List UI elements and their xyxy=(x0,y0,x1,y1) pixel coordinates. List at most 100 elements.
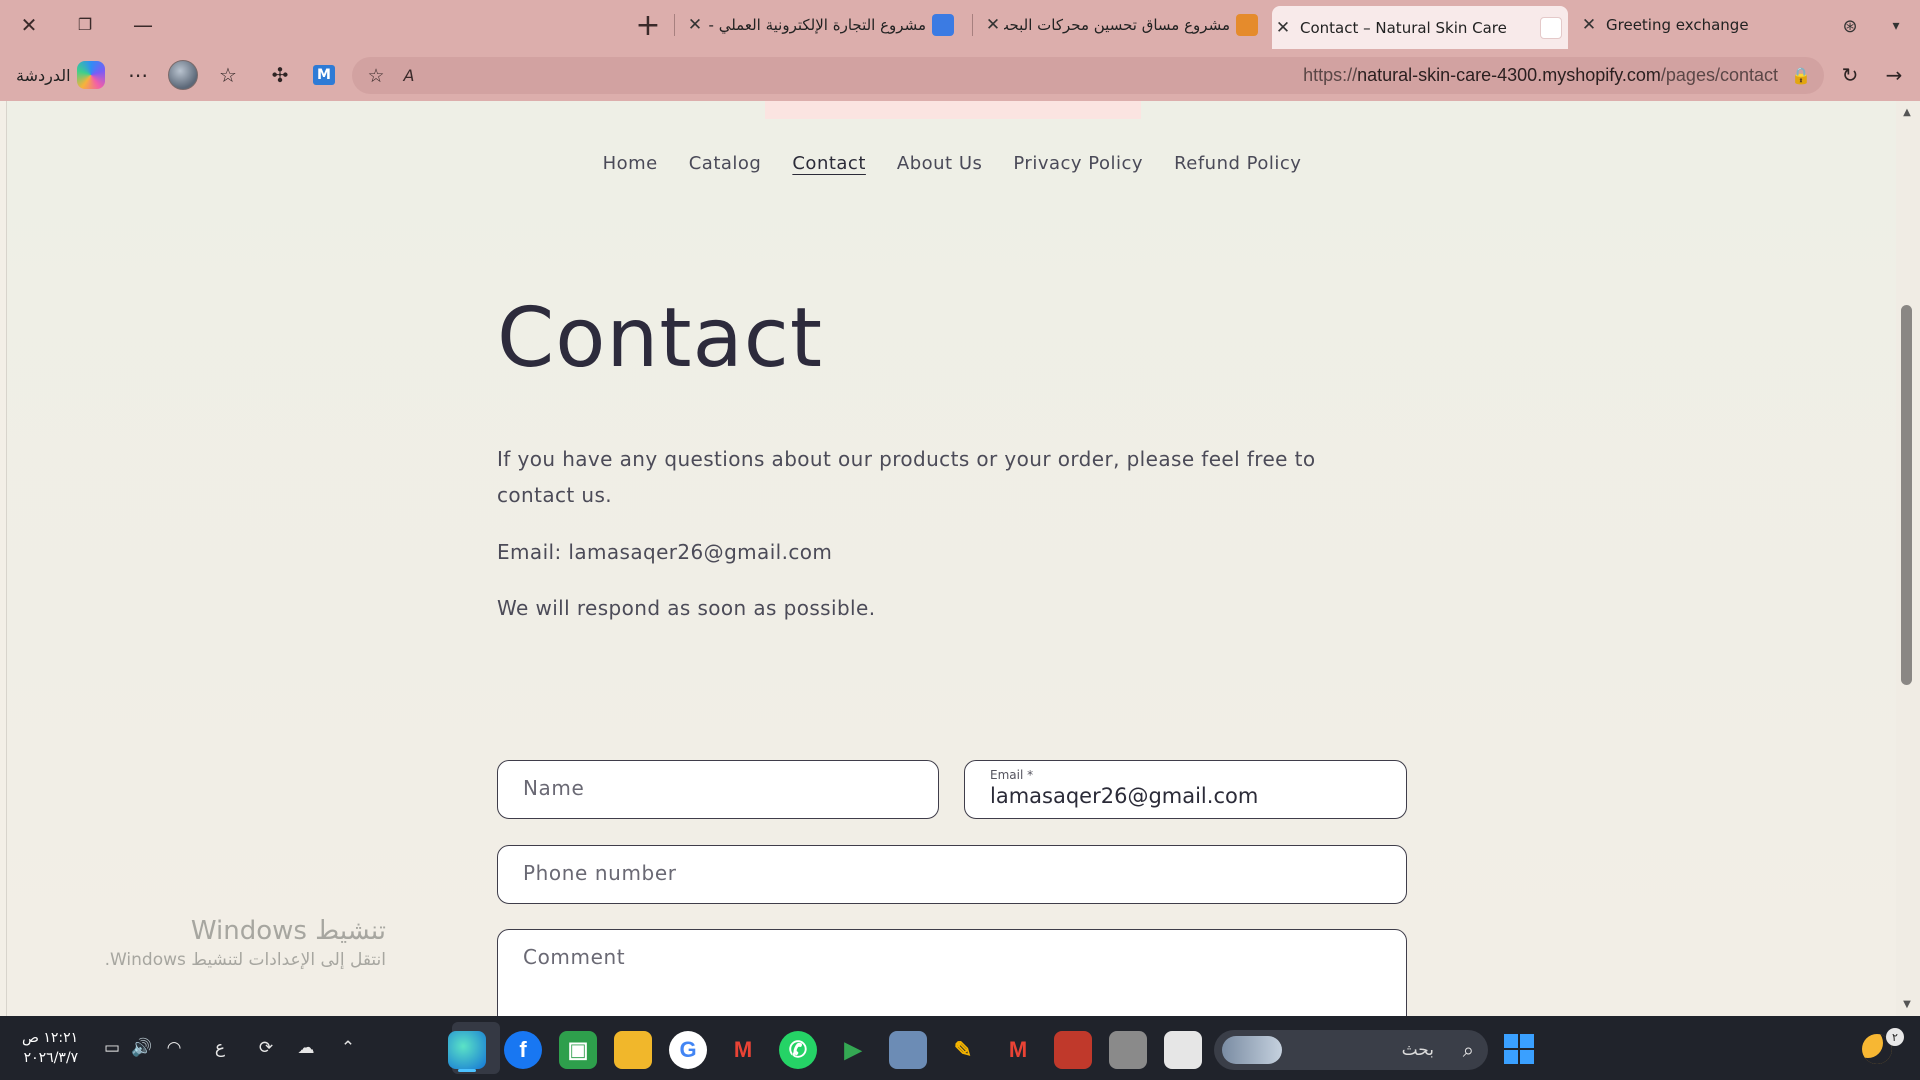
input-language[interactable]: ع xyxy=(206,1034,234,1062)
tab-title: مشروع مساق تحسين محركات البحث xyxy=(1004,16,1230,34)
active-app-indicator xyxy=(458,1069,476,1072)
close-tab-icon[interactable]: ✕ xyxy=(982,15,1004,35)
site-lock-icon[interactable]: 🔒 xyxy=(1786,57,1816,94)
url-scheme: https:// xyxy=(1303,65,1358,85)
nav-catalog[interactable]: Catalog xyxy=(689,153,762,174)
clock-time: ١٢:٢١ ص xyxy=(22,1030,79,1046)
facebook-icon[interactable]: f xyxy=(504,1031,542,1069)
read-aloud-icon[interactable]: A xyxy=(392,57,426,94)
onedrive-icon[interactable]: ☁ xyxy=(292,1034,320,1062)
search-label: بحث xyxy=(1401,1040,1434,1060)
address-bar[interactable]: ☆ A https://natural-skin-care-4300.mysho… xyxy=(352,57,1824,94)
announcement-bar xyxy=(765,101,1141,119)
start-tile xyxy=(1520,1034,1534,1048)
clock-date: ٢٠٢٦/٣/٧ xyxy=(23,1050,79,1066)
minimize-window-icon[interactable]: — xyxy=(114,0,172,49)
search-highlight-image xyxy=(1222,1036,1282,1064)
respond-text: We will respond as soon as possible. xyxy=(497,596,876,620)
tab-seo-project[interactable]: ✕ مشروع مساق تحسين محركات البحث xyxy=(982,6,1264,44)
generic-app-icon[interactable] xyxy=(1109,1031,1147,1069)
nav-contact[interactable]: Contact xyxy=(792,153,866,174)
wifi-icon[interactable]: ◠ xyxy=(160,1034,188,1062)
refresh-icon[interactable]: ↻ xyxy=(1832,58,1868,92)
chatgpt-icon[interactable]: ⊛ xyxy=(1834,10,1866,42)
tab-list-chevron-icon[interactable]: ▾ xyxy=(1880,10,1912,42)
nav-about-us[interactable]: About Us xyxy=(897,153,983,174)
close-tab-icon[interactable]: ✕ xyxy=(684,15,706,35)
nav-refund-policy[interactable]: Refund Policy xyxy=(1174,153,1301,174)
docs-icon xyxy=(932,14,954,36)
photos-icon[interactable]: ▣ xyxy=(559,1031,597,1069)
window-app-icon[interactable] xyxy=(1164,1031,1202,1069)
show-hidden-icons-chevron-icon[interactable]: ⌃ xyxy=(334,1034,362,1062)
tab-greeting-exchange[interactable]: ✕ Greeting exchange xyxy=(1578,6,1818,44)
nav-privacy-policy[interactable]: Privacy Policy xyxy=(1013,153,1143,174)
comment-placeholder: Comment xyxy=(523,945,626,969)
tab-contact-natural-skin-care[interactable]: ✕ Contact – Natural Skin Care xyxy=(1272,6,1568,49)
intro-text: If you have any questions about our prod… xyxy=(497,447,1316,507)
notification-badge: ٢ xyxy=(1886,1028,1904,1046)
sync-icon[interactable]: ⟳ xyxy=(252,1034,280,1062)
start-button[interactable] xyxy=(1504,1034,1534,1064)
tab-title: Greeting exchange xyxy=(1606,16,1749,34)
tab-title: مشروع التجارة الإلكترونية العملي - مس xyxy=(706,16,926,34)
slides-icon xyxy=(1236,14,1258,36)
favorites-icon[interactable]: ☆ xyxy=(210,58,246,92)
gmail-icon[interactable]: M xyxy=(724,1031,762,1069)
copilot-chat-button[interactable]: الدردشة xyxy=(8,58,113,92)
page-viewport: Home Catalog Contact About Us Privacy Po… xyxy=(6,101,1896,1016)
start-tile xyxy=(1504,1034,1518,1048)
profile-avatar[interactable] xyxy=(168,60,198,90)
email-label: Email * xyxy=(990,768,1034,782)
watermark-subtitle: انتقل إلى الإعدادات لتنشيط Windows. xyxy=(104,950,386,970)
page-title: Contact xyxy=(497,291,824,386)
new-tab-button[interactable]: + xyxy=(624,6,672,44)
close-tab-icon[interactable]: ✕ xyxy=(1272,18,1294,38)
mail-app-icon[interactable]: M xyxy=(999,1031,1037,1069)
clock[interactable]: ١٢:٢١ ص ٢٠٢٦/٣/٧ xyxy=(22,1028,78,1068)
phone-field[interactable]: Phone number xyxy=(497,845,1407,904)
scroll-up-arrow-icon[interactable]: ▲ xyxy=(1899,104,1915,120)
comment-field[interactable]: Comment xyxy=(497,929,1407,1016)
phone-placeholder: Phone number xyxy=(523,861,677,885)
battery-icon[interactable]: ▭ xyxy=(98,1034,126,1062)
tab-strip: ✕ ❐ — + ✕ مشروع التجارة الإلكترونية العم… xyxy=(0,0,1920,49)
address-url[interactable]: https://natural-skin-care-4300.myshopify… xyxy=(1303,57,1778,94)
start-tile xyxy=(1520,1050,1534,1064)
scroll-down-arrow-icon[interactable]: ▼ xyxy=(1899,996,1915,1012)
pen-app-icon[interactable]: ✎ xyxy=(944,1031,982,1069)
windows-activation-watermark: تنشيط Windows انتقل إلى الإعدادات لتنشيط… xyxy=(105,916,386,970)
close-tab-icon[interactable]: ✕ xyxy=(1578,15,1600,35)
tab-title: Contact – Natural Skin Care xyxy=(1300,18,1507,37)
nav-home[interactable]: Home xyxy=(603,153,658,174)
edge-icon[interactable] xyxy=(448,1031,486,1069)
forward-icon[interactable]: → xyxy=(1876,58,1912,92)
name-field[interactable]: Name xyxy=(497,760,939,819)
name-placeholder: Name xyxy=(523,776,585,800)
whatsapp-icon[interactable]: ✆ xyxy=(779,1031,817,1069)
email-value: lamasaqer26@gmail.com xyxy=(990,784,1259,808)
favorite-star-icon[interactable]: ☆ xyxy=(358,57,394,94)
google-icon[interactable]: G xyxy=(669,1031,707,1069)
tab-ecommerce-project[interactable]: ✕ مشروع التجارة الإلكترونية العملي - مس xyxy=(684,6,960,44)
shopify-store-icon xyxy=(1540,16,1562,39)
mail-extension-icon[interactable]: M xyxy=(306,58,342,92)
acrobat-icon[interactable] xyxy=(1054,1031,1092,1069)
network-app-icon[interactable] xyxy=(889,1031,927,1069)
watermark-title: تنشيط Windows xyxy=(190,916,386,946)
more-options-icon[interactable]: ⋯ xyxy=(120,58,156,92)
tab-separator xyxy=(972,14,973,36)
extensions-icon[interactable]: ✣ xyxy=(262,58,298,92)
email-field[interactable]: Email * lamasaqer26@gmail.com xyxy=(964,760,1407,819)
start-tile xyxy=(1504,1050,1518,1064)
restore-window-icon[interactable]: ❐ xyxy=(56,0,114,49)
url-path: /pages/contact xyxy=(1660,65,1778,85)
play-store-icon[interactable]: ▶ xyxy=(834,1031,872,1069)
scrollbar-thumb[interactable] xyxy=(1901,305,1912,685)
search-icon: ⌕ xyxy=(1462,1038,1474,1062)
close-window-icon[interactable]: ✕ xyxy=(0,0,58,49)
volume-icon[interactable]: 🔊 xyxy=(128,1034,156,1062)
taskbar-search[interactable]: بحث ⌕ xyxy=(1214,1030,1488,1070)
file-explorer-icon[interactable] xyxy=(614,1031,652,1069)
site-nav: Home Catalog Contact About Us Privacy Po… xyxy=(7,153,1896,174)
